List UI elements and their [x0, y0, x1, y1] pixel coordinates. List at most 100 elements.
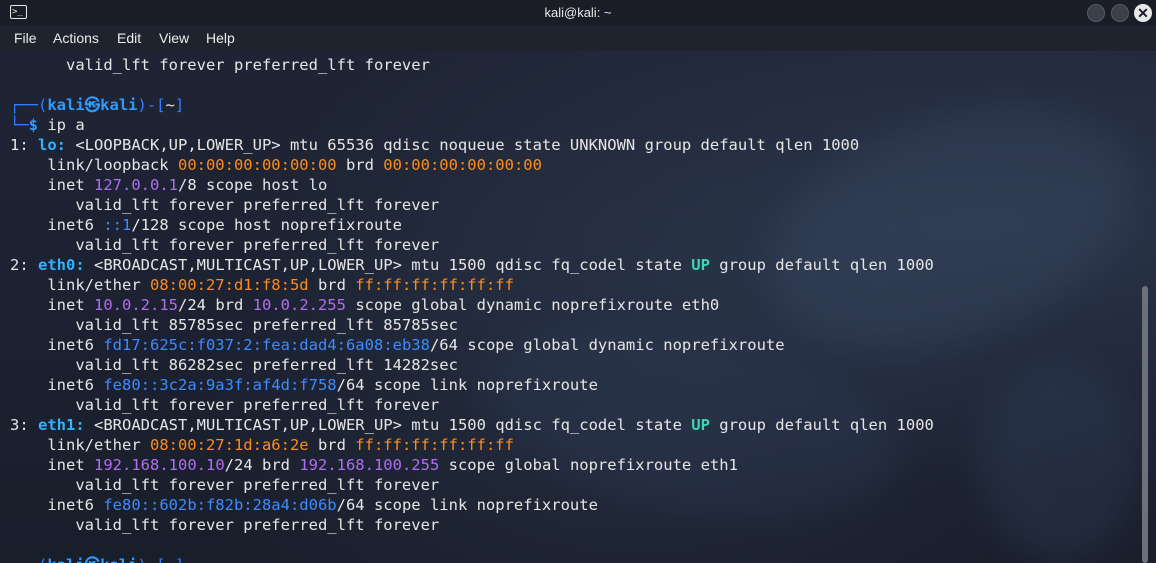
terminal-text: <BROADCAST,MULTICAST,UP,LOWER_UP> mtu 15…	[84, 256, 692, 274]
terminal-text: ]	[175, 556, 184, 563]
terminal-text: 08:00:27:d1:f8:5d	[149, 276, 309, 294]
menu-bar: File Actions Edit View Help	[0, 27, 1156, 51]
terminal-text: UP	[691, 416, 710, 434]
terminal-text: inet	[10, 176, 94, 194]
terminal-text: fe80::602b:f82b:28a4:d06b	[103, 496, 337, 514]
terminal-text: /64 scope link noprefixroute	[336, 376, 598, 394]
terminal-text: /64 scope link noprefixroute	[336, 496, 598, 514]
terminal-text: group default qlen 1000	[709, 256, 934, 274]
terminal-text: 3:	[10, 416, 38, 434]
terminal-text: ~	[165, 96, 175, 114]
terminal-text: scope global dynamic noprefixroute eth0	[345, 296, 720, 314]
terminal-line: link/loopback 00:00:00:00:00:00 brd 00:0…	[10, 155, 542, 175]
terminal-text: )-[	[137, 96, 166, 114]
terminal-line: valid_lft forever preferred_lft forever	[10, 55, 430, 75]
terminal-line: link/ether 08:00:27:1d:a6:2e brd ff:ff:f…	[10, 435, 514, 455]
terminal-text: inet6	[10, 376, 104, 394]
terminal-line: inet6 fe80::3c2a:9a3f:af4d:f758/64 scope…	[10, 375, 598, 395]
terminal-line: 3: eth1: <BROADCAST,MULTICAST,UP,LOWER_U…	[10, 415, 934, 435]
terminal-text: brd	[308, 436, 356, 454]
terminal-text: ::1	[103, 216, 132, 234]
menu-file[interactable]: File	[14, 30, 37, 46]
terminal-text: kali㉿kali	[47, 96, 138, 114]
terminal-text: lo:	[38, 136, 66, 154]
terminal-text: valid_lft forever preferred_lft forever	[10, 236, 440, 254]
terminal-window: >_ kali@kali: ~ ✕ File Actions Edit View…	[0, 0, 1156, 563]
terminal-text: eth1:	[38, 416, 85, 434]
terminal-line: valid_lft 86282sec preferred_lft 14282se…	[10, 355, 458, 375]
terminal-text: inet6	[10, 216, 104, 234]
terminal-text: kali㉿kali	[47, 556, 137, 563]
terminal-text: scope global noprefixroute eth1	[439, 456, 738, 474]
terminal-text: valid_lft forever preferred_lft forever	[10, 396, 440, 414]
terminal-text: 10.0.2.255	[252, 296, 346, 314]
minimize-button[interactable]	[1087, 4, 1105, 22]
menu-actions[interactable]: Actions	[53, 30, 99, 46]
terminal-text: fd17:625c:f037:2:fea:dad4:6a08:eb38	[103, 336, 430, 354]
terminal-text: inet	[10, 296, 94, 314]
terminal-text: $	[28, 116, 39, 134]
terminal-line: 1: lo: <LOOPBACK,UP,LOWER_UP> mtu 65536 …	[10, 135, 859, 155]
terminal-text: ]	[174, 96, 185, 114]
terminal-line: valid_lft 85785sec preferred_lft 85785se…	[10, 315, 458, 335]
terminal-text: ip a	[38, 116, 85, 134]
terminal-output[interactable]: valid_lft forever preferred_lft forever ┌…	[0, 56, 1140, 563]
terminal-text: )-[	[137, 556, 165, 563]
terminal-text: 00:00:00:00:00:00	[177, 156, 337, 174]
terminal-line: inet 127.0.0.1/8 scope host lo	[10, 175, 327, 195]
terminal-text: UP	[691, 256, 710, 274]
terminal-text: ff:ff:ff:ff:ff:ff	[355, 276, 514, 294]
close-button[interactable]: ✕	[1134, 4, 1152, 22]
terminal-text: 2:	[10, 256, 38, 274]
terminal-text: link/ether	[10, 276, 150, 294]
terminal-text: 10.0.2.15	[94, 296, 178, 314]
terminal-text: valid_lft 85785sec preferred_lft 85785se…	[10, 316, 458, 334]
terminal-text: └─	[10, 116, 29, 134]
terminal-line: inet6 ::1/128 scope host noprefixroute	[10, 215, 402, 235]
menu-help[interactable]: Help	[206, 30, 235, 46]
maximize-button[interactable]	[1111, 4, 1129, 22]
terminal-text: eth0:	[38, 256, 85, 274]
terminal-text: /24 brd	[224, 456, 300, 474]
terminal-line: ┌──(kali㉿kali)-[~]	[10, 95, 184, 115]
terminal-text: ff:ff:ff:ff:ff:ff	[355, 436, 514, 454]
terminal-line: inet6 fd17:625c:f037:2:fea:dad4:6a08:eb3…	[10, 335, 785, 355]
menu-edit[interactable]: Edit	[117, 30, 141, 46]
terminal-text: valid_lft 86282sec preferred_lft 14282se…	[10, 356, 458, 374]
menu-view[interactable]: View	[159, 30, 189, 46]
terminal-line: ┌──(kali㉿kali)-[~]	[10, 555, 184, 563]
terminal-line: inet 10.0.2.15/24 brd 10.0.2.255 scope g…	[10, 295, 719, 315]
terminal-text: valid_lft forever preferred_lft forever	[10, 56, 430, 74]
terminal-text: valid_lft forever preferred_lft forever	[10, 196, 440, 214]
terminal-text: /8 scope host lo	[178, 176, 328, 194]
terminal-text: <LOOPBACK,UP,LOWER_UP> mtu 65536 qdisc n…	[66, 136, 860, 154]
terminal-text: brd	[336, 156, 384, 174]
terminal-text: ┌──(	[10, 556, 47, 563]
terminal-line: link/ether 08:00:27:d1:f8:5d brd ff:ff:f…	[10, 275, 514, 295]
terminal-text: ┌──(	[10, 96, 48, 114]
terminal-text: ~	[165, 556, 174, 563]
terminal-text: 1:	[10, 136, 38, 154]
scrollbar-thumb[interactable]	[1142, 286, 1148, 563]
terminal-line: 2: eth0: <BROADCAST,MULTICAST,UP,LOWER_U…	[10, 255, 934, 275]
terminal-text: link/loopback	[10, 156, 178, 174]
terminal-text: inet	[10, 456, 94, 474]
terminal-text: 08:00:27:1d:a6:2e	[149, 436, 309, 454]
terminal-text: <BROADCAST,MULTICAST,UP,LOWER_UP> mtu 15…	[84, 416, 692, 434]
terminal-text: group default qlen 1000	[709, 416, 934, 434]
terminal-text: link/ether	[10, 436, 150, 454]
terminal-text: valid_lft forever preferred_lft forever	[10, 476, 440, 494]
terminal-text: 00:00:00:00:00:00	[383, 156, 542, 174]
window-title: kali@kali: ~	[544, 5, 612, 20]
terminal-text: valid_lft forever preferred_lft forever	[10, 516, 440, 534]
terminal-text: fe80::3c2a:9a3f:af4d:f758	[103, 376, 337, 394]
terminal-line: valid_lft forever preferred_lft forever	[10, 235, 439, 255]
terminal-text: /64 scope global dynamic noprefixroute	[429, 336, 785, 354]
title-bar[interactable]: >_ kali@kali: ~ ✕	[0, 0, 1156, 26]
terminal-line: └─$ ip a	[10, 115, 85, 135]
terminal-line: valid_lft forever preferred_lft forever	[10, 515, 439, 535]
terminal-text: /128 scope host noprefixroute	[131, 216, 402, 234]
terminal-text: /24 brd	[178, 296, 253, 314]
terminal-line: inet6 fe80::602b:f82b:28a4:d06b/64 scope…	[10, 495, 598, 515]
terminal-text: inet6	[10, 336, 104, 354]
